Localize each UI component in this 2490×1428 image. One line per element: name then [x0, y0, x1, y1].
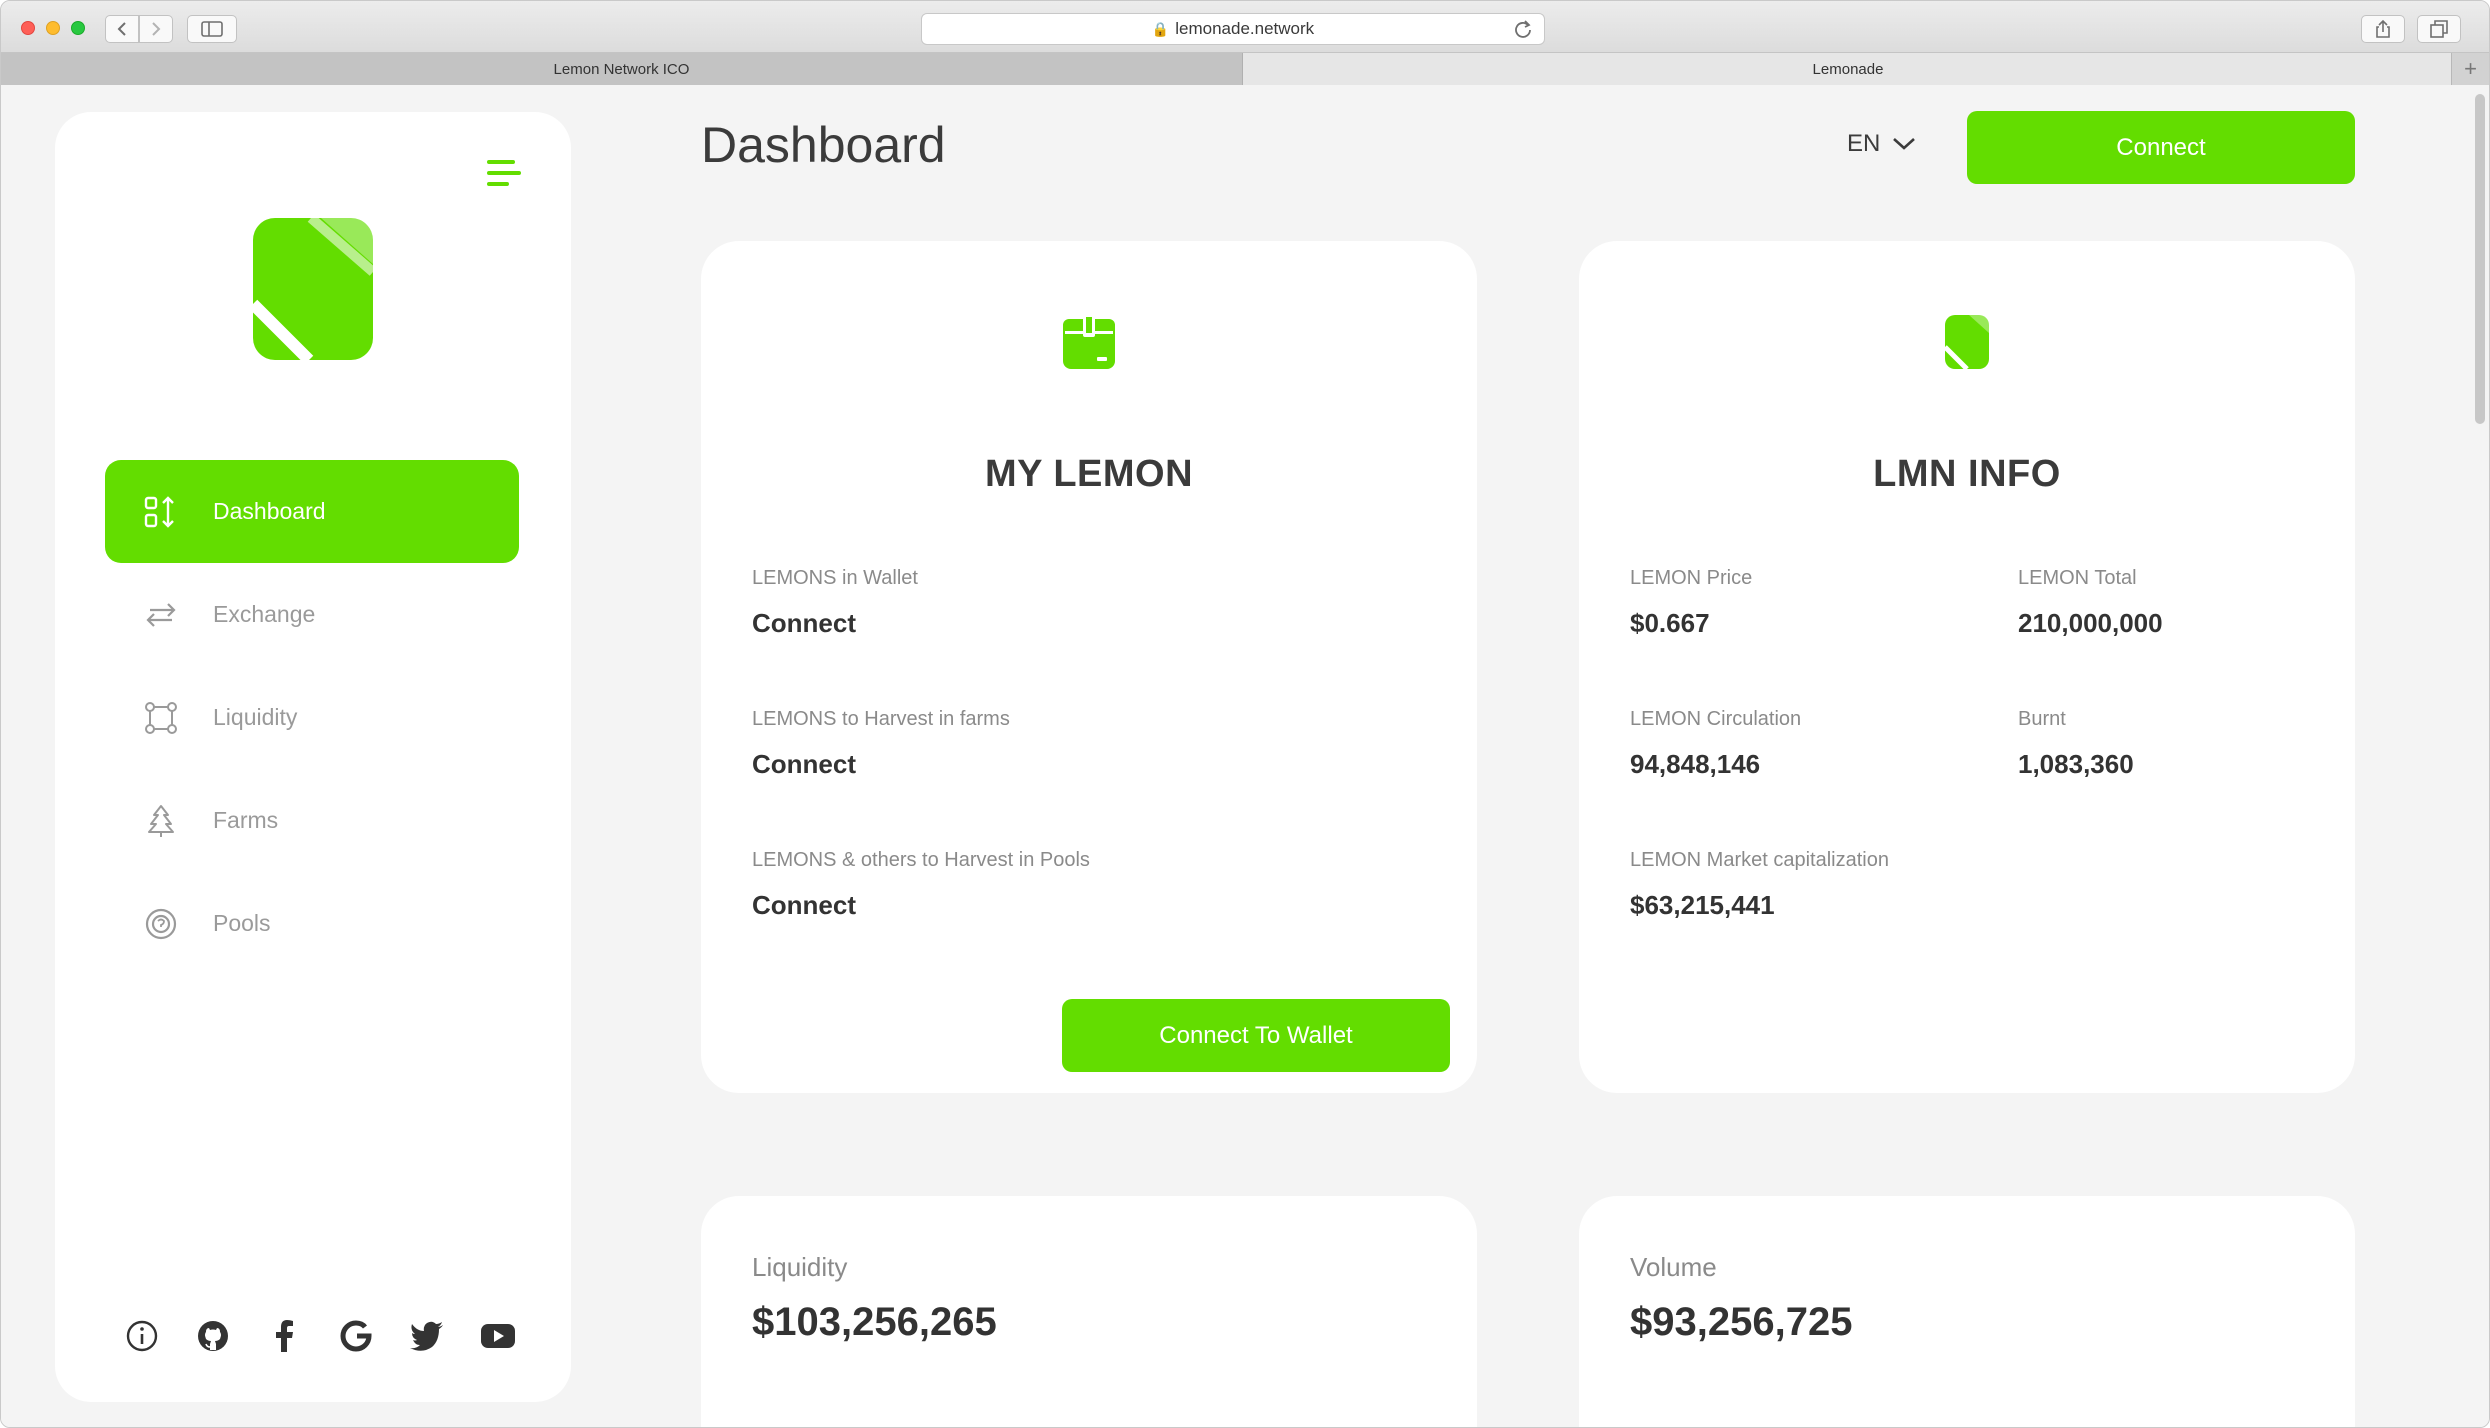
address-bar[interactable]: 🔒 lemonade.network: [921, 13, 1545, 45]
share-icon: [2376, 19, 2390, 38]
lemon-token-icon: [1943, 315, 1989, 371]
sidebar-item-farms[interactable]: Farms: [105, 769, 519, 872]
chevron-right-icon: [152, 22, 161, 36]
facebook-icon[interactable]: [267, 1319, 301, 1353]
twitter-icon[interactable]: [409, 1319, 444, 1353]
sidebar-item-pools[interactable]: Pools: [105, 872, 519, 975]
field-label: LEMONS in Wallet: [752, 567, 918, 589]
youtube-icon[interactable]: [480, 1319, 515, 1353]
farms-icon: [143, 803, 179, 839]
tab-lemonade[interactable]: Lemonade: [1243, 53, 2453, 85]
wallet-box-icon: [1063, 315, 1115, 369]
lemon-price-field: LEMON Price $0.667: [1630, 567, 1752, 639]
connect-to-wallet-button[interactable]: Connect To Wallet: [1062, 999, 1450, 1072]
tab-overview-button[interactable]: [2417, 15, 2461, 43]
my-lemon-card: MY LEMON LEMONS in Wallet Connect LEMONS…: [701, 241, 1477, 1093]
liquidity-icon: [143, 700, 179, 736]
field-value: 94,848,146: [1630, 749, 1761, 779]
lemons-in-wallet-field: LEMONS in Wallet Connect: [752, 567, 918, 639]
tab-lemon-network-ico[interactable]: Lemon Network ICO: [1, 53, 1243, 85]
back-button[interactable]: [105, 15, 139, 43]
connect-button[interactable]: Connect: [1967, 111, 2355, 184]
volume-card: Volume $93,256,725: [1579, 1196, 2355, 1427]
sidebar-item-exchange[interactable]: Exchange: [105, 563, 519, 666]
sidebar-item-label: Dashboard: [213, 498, 326, 524]
field-value: 210,000,000: [2018, 608, 2163, 638]
chevron-down-icon: [1893, 138, 1916, 150]
language-select[interactable]: EN: [1847, 130, 1916, 158]
lemons-pools-harvest-field: LEMONS & others to Harvest in Pools Conn…: [752, 849, 1090, 921]
sidebar-item-liquidity[interactable]: Liquidity: [105, 666, 519, 769]
sidebar-item-label: Farms: [213, 807, 279, 833]
lemon-circulation-field: LEMON Circulation 94,848,146: [1630, 708, 1801, 780]
page-scrollbar[interactable]: [2475, 94, 2485, 424]
lmn-info-card: LMN INFO LEMON Price $0.667 LEMON Total …: [1579, 241, 2355, 1093]
sidebar-nav: Dashboard Exchange Liquidity Farms Pools: [105, 460, 519, 975]
field-value: 1,083,360: [2018, 749, 2134, 779]
my-lemon-title: MY LEMON: [984, 453, 1194, 495]
sidebar-item-label: Exchange: [213, 601, 316, 627]
plus-icon: +: [2464, 56, 2477, 81]
field-value: Connect: [752, 749, 856, 779]
sidebar-icon: [201, 21, 223, 37]
sidebar-toggle-button[interactable]: [187, 15, 237, 43]
burnt-field: Burnt 1,083,360: [2018, 708, 2134, 780]
pools-icon: [143, 906, 179, 942]
tab-bar: Lemon Network ICO Lemonade +: [1, 53, 2489, 85]
info-icon[interactable]: [125, 1319, 159, 1353]
tab-label: Lemon Network ICO: [553, 60, 690, 78]
exchange-icon: [143, 597, 179, 633]
browser-window: 🔒 lemonade.network Lemon Network ICO Lem…: [0, 0, 2490, 1428]
tabs-icon: [2430, 20, 2448, 38]
liquidity-value: $103,256,265: [752, 1300, 997, 1344]
github-icon[interactable]: [196, 1319, 230, 1353]
liquidity-label: Liquidity: [752, 1252, 848, 1282]
language-value: EN: [1847, 130, 1881, 157]
minimize-window-button[interactable]: [46, 21, 60, 35]
google-icon[interactable]: [339, 1319, 373, 1353]
chevron-left-icon: [117, 22, 126, 36]
reload-icon[interactable]: [1514, 19, 1532, 39]
maximize-window-button[interactable]: [71, 21, 85, 35]
field-value: Connect: [752, 608, 856, 638]
field-label: LEMON Circulation: [1630, 708, 1802, 730]
hamburger-icon: [487, 160, 515, 164]
field-label: LEMONS to Harvest in farms: [752, 708, 1010, 730]
connect-button-label: Connect: [2116, 133, 2206, 161]
new-tab-button[interactable]: +: [2451, 53, 2489, 85]
lemonade-logo: [251, 216, 375, 362]
browser-titlebar: 🔒 lemonade.network: [1, 1, 2489, 53]
field-label: LEMON Total: [2018, 567, 2137, 589]
liquidity-card: Liquidity $103,256,265: [701, 1196, 1477, 1427]
social-links: [125, 1316, 515, 1356]
share-button[interactable]: [2361, 15, 2405, 43]
volume-value: $93,256,725: [1630, 1300, 1853, 1344]
field-value: $63,215,441: [1630, 890, 1775, 920]
field-value: $0.667: [1630, 608, 1710, 638]
connect-to-wallet-label: Connect To Wallet: [1159, 1021, 1353, 1049]
lemon-total-field: LEMON Total 210,000,000: [2018, 567, 2163, 639]
lmn-info-title: LMN INFO: [1873, 453, 2061, 495]
sidebar: Dashboard Exchange Liquidity Farms Pools: [55, 112, 571, 1402]
sidebar-item-label: Pools: [213, 910, 271, 936]
field-label: Burnt: [2018, 708, 2066, 730]
field-label: LEMON Market capitalization: [1630, 849, 1889, 871]
page-content: Dashboard Exchange Liquidity Farms Pools…: [1, 86, 2489, 1427]
lock-icon: 🔒: [1151, 20, 1170, 37]
volume-label: Volume: [1630, 1252, 1717, 1282]
forward-button[interactable]: [139, 15, 173, 43]
field-value: Connect: [752, 890, 856, 920]
address-text: lemonade.network: [1175, 19, 1315, 38]
field-label: LEMON Price: [1630, 567, 1753, 589]
sidebar-item-dashboard[interactable]: Dashboard: [105, 460, 519, 563]
sidebar-item-label: Liquidity: [213, 704, 298, 730]
lemons-to-harvest-field: LEMONS to Harvest in farms Connect: [752, 708, 1010, 780]
market-cap-field: LEMON Market capitalization $63,215,441: [1630, 849, 1889, 921]
field-label: LEMONS & others to Harvest in Pools: [752, 849, 1090, 871]
dashboard-icon: [143, 494, 179, 530]
tab-label: Lemonade: [1812, 60, 1884, 78]
page-title: Dashboard: [701, 117, 946, 173]
menu-toggle-button[interactable]: [487, 160, 521, 190]
close-window-button[interactable]: [21, 21, 35, 35]
